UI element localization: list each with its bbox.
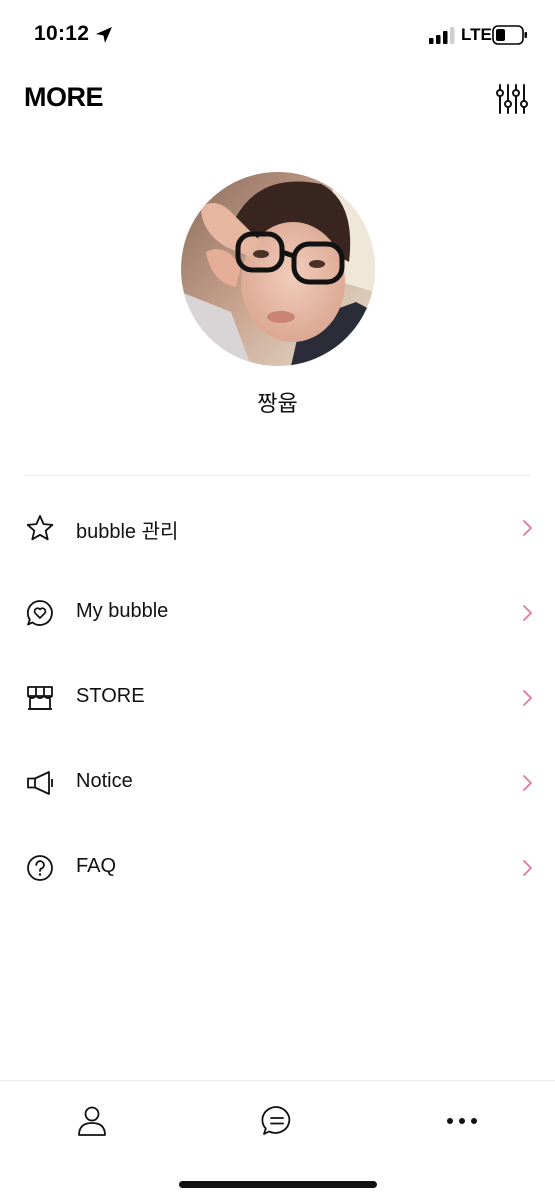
menu-item-label: FAQ (76, 855, 117, 877)
location-arrow-icon (96, 27, 112, 43)
battery-icon (492, 25, 527, 45)
more-dots-icon (447, 1118, 477, 1124)
bottom-nav (0, 1080, 555, 1201)
menu-list: bubble 관리 My bubble STORE Notice FAQ (0, 485, 555, 910)
menu-item-store[interactable]: STORE (0, 655, 555, 740)
menu-item-bubble-manage[interactable]: bubble 관리 (0, 485, 555, 570)
chat-icon (261, 1106, 291, 1135)
sliders-icon (496, 84, 528, 114)
menu-item-label: bubble 관리 (76, 521, 179, 543)
status-time: 10:12 (34, 22, 90, 45)
signal-bars-icon (429, 27, 455, 44)
settings-button[interactable] (494, 82, 528, 116)
profile-icon (78, 1106, 106, 1136)
profile-name: 짱윱 (257, 391, 298, 416)
menu-item-label: STORE (76, 685, 145, 707)
page-title: MORE (24, 82, 104, 112)
nav-more-button[interactable] (444, 1103, 480, 1139)
megaphone-icon (27, 771, 53, 795)
heart-bubble-icon (26, 600, 53, 626)
menu-item-label: My bubble (76, 600, 169, 622)
avatar-photo (181, 172, 375, 366)
question-icon (27, 855, 53, 881)
network-type: LTE (461, 25, 492, 44)
chevron-right-icon (523, 860, 532, 876)
menu-item-notice[interactable]: Notice (0, 740, 555, 825)
chevron-right-icon (523, 775, 532, 791)
nav-chat-button[interactable] (259, 1103, 295, 1139)
store-icon (27, 686, 53, 710)
avatar[interactable] (181, 172, 375, 366)
menu-item-my-bubble[interactable]: My bubble (0, 570, 555, 655)
menu-item-faq[interactable]: FAQ (0, 825, 555, 910)
menu-item-label: Notice (76, 770, 133, 792)
divider (24, 475, 531, 476)
status-bar: 10:12 LTE (0, 0, 555, 70)
chevron-right-icon (523, 690, 532, 706)
nav-profile-button[interactable] (74, 1103, 110, 1139)
chevron-right-icon (523, 520, 532, 536)
home-indicator[interactable] (179, 1181, 377, 1188)
chevron-right-icon (523, 605, 532, 621)
star-icon (26, 515, 54, 541)
